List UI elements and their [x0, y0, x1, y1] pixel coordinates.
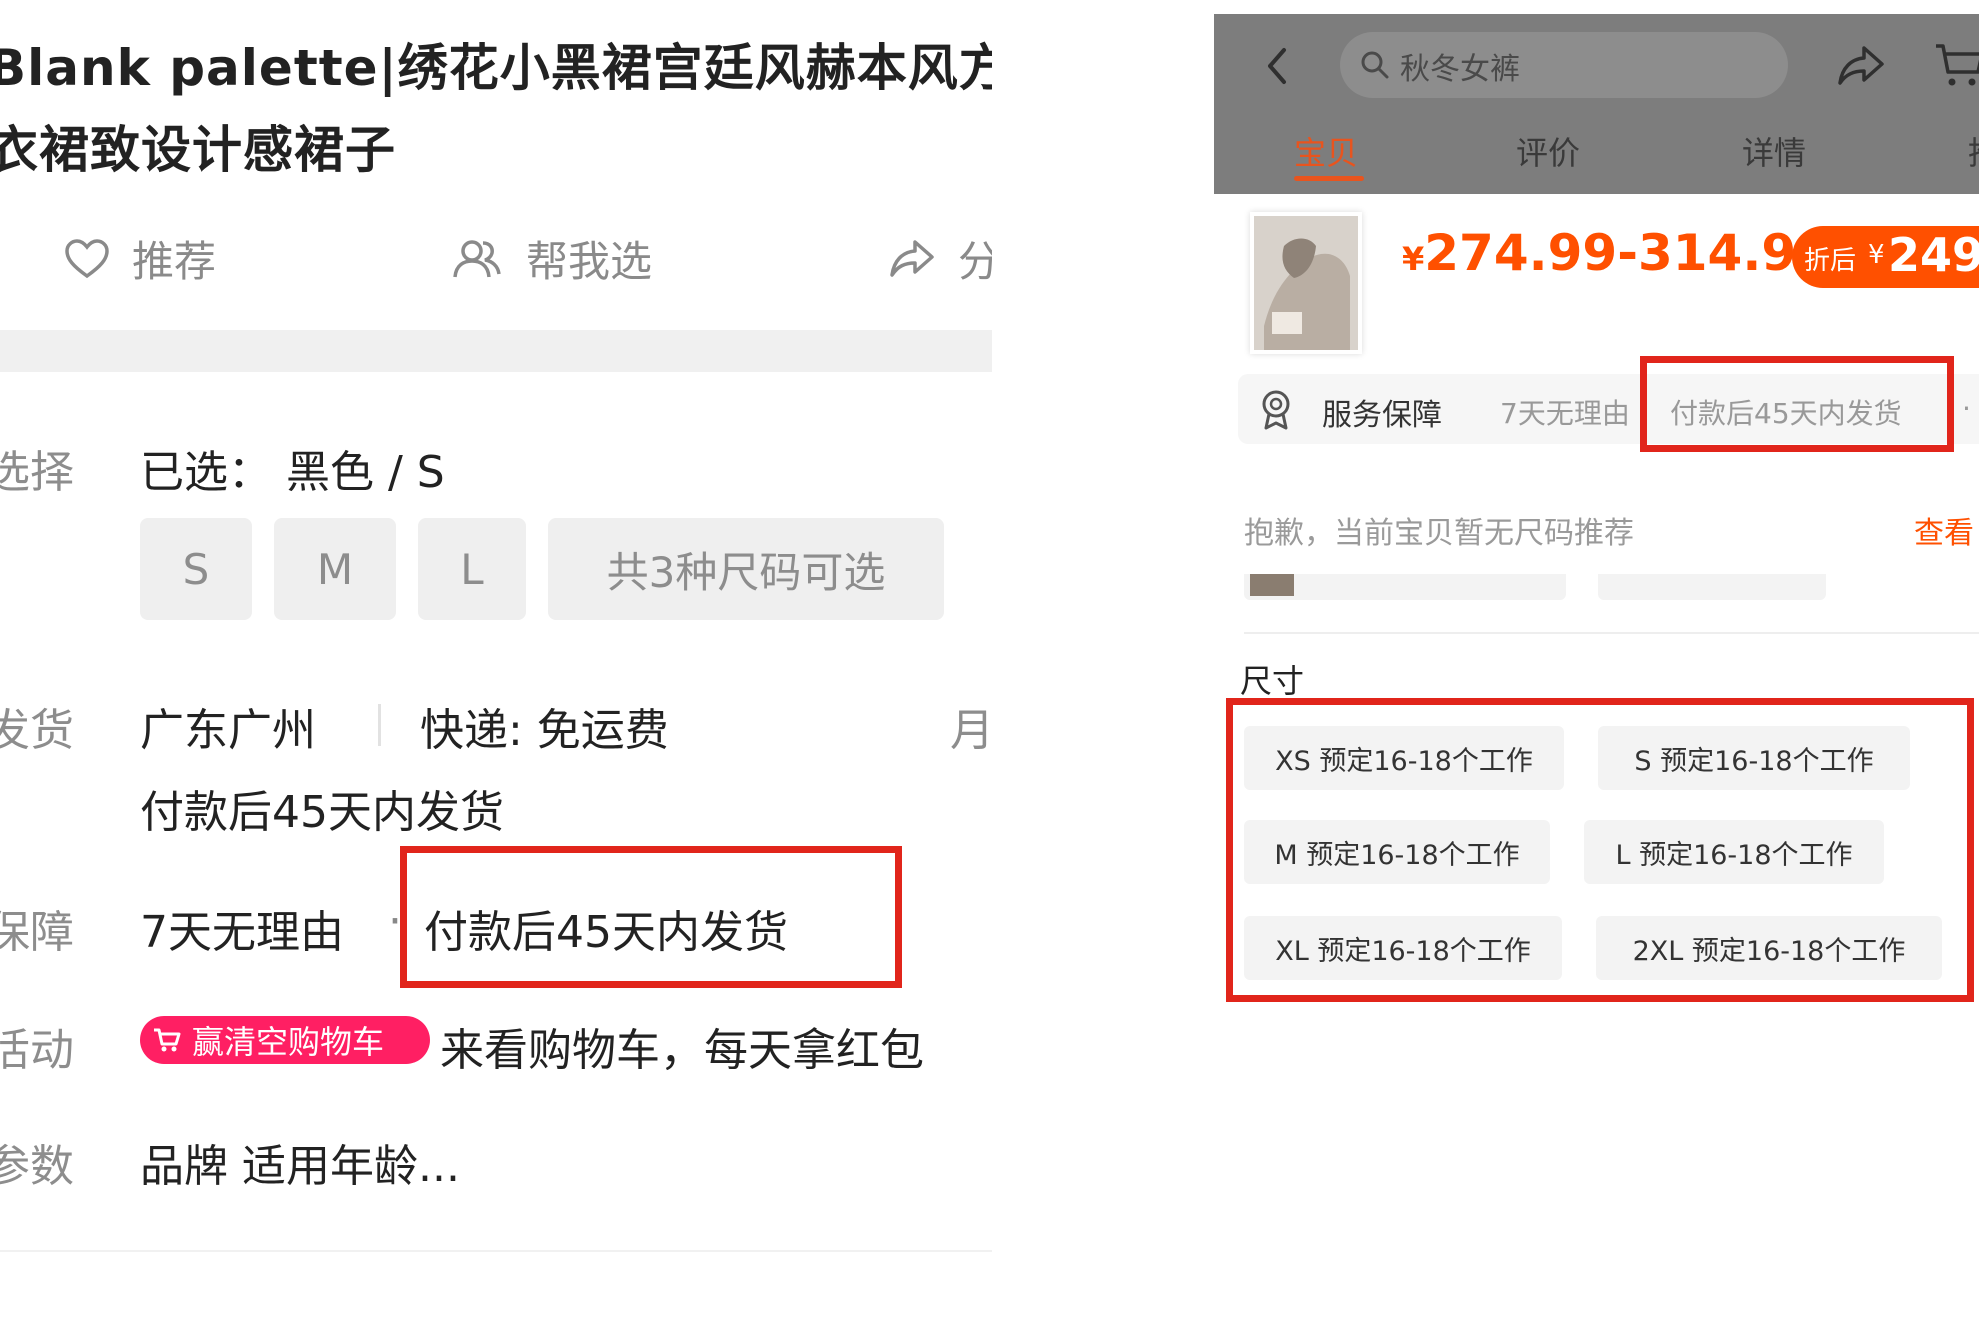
color-chip-partial[interactable]	[1244, 574, 1566, 600]
search-icon	[1361, 51, 1389, 79]
right-product-panel: 秋冬女裤 宝贝 评价 详情 推 ¥274.99-314.99 折后 ¥ 249.	[1214, 0, 1979, 1326]
top-navigation-bar: 秋冬女裤 宝贝 评价 详情 推	[1214, 14, 1979, 194]
tab-details[interactable]: 详情	[1742, 128, 1806, 174]
section-separator	[0, 330, 992, 372]
service-label: 服务保障	[1322, 398, 1442, 433]
active-tab-indicator	[1294, 176, 1364, 181]
activity-text: 来看购物车，每天拿红包	[440, 1025, 924, 1076]
tab-baobei[interactable]: 宝贝	[1294, 128, 1358, 174]
bottom-divider	[0, 1250, 992, 1252]
cart-icon	[154, 1028, 181, 1052]
service-returns: 7天无理由	[1500, 397, 1630, 430]
discount-value: 249.	[1888, 228, 1979, 282]
share-action[interactable]: 分	[888, 228, 992, 289]
shipping-divider	[378, 704, 381, 746]
price-range: ¥274.99-314.99	[1402, 224, 1831, 282]
color-swatch-image	[1250, 574, 1294, 596]
people-icon	[453, 239, 501, 277]
tab-reviews[interactable]: 评价	[1516, 128, 1580, 174]
heart-icon	[65, 238, 109, 278]
service-separator: ·	[1962, 392, 1971, 425]
help-choose-label: 帮我选	[526, 237, 653, 286]
search-placeholder: 秋冬女裤	[1400, 52, 1520, 87]
promo-badge[interactable]: 赢清空购物车	[140, 1016, 430, 1064]
product-thumbnail[interactable]	[1250, 212, 1362, 354]
sizes-summary-chip[interactable]: 共3种尺码可选	[548, 518, 944, 620]
guarantee-row-label: 保障	[0, 907, 74, 958]
size-section-label: 尺寸	[1240, 662, 1305, 700]
share-icon[interactable]	[1836, 44, 1886, 88]
size-recommend-link[interactable]: 查看	[1914, 508, 1974, 552]
size-recommend-message: 抱歉，当前宝贝暂无尺码推荐	[1244, 516, 1634, 551]
shipping-extra: 月	[950, 705, 992, 756]
promo-badge-label: 赢清空购物车	[192, 1023, 385, 1061]
share-label: 分	[958, 237, 992, 286]
back-icon[interactable]	[1262, 46, 1292, 86]
params-text[interactable]: 品牌 适用年龄...	[140, 1130, 460, 1194]
guarantee-returns: 7天无理由	[140, 907, 344, 958]
discount-label: 折后	[1804, 246, 1857, 276]
cart-icon[interactable]	[1934, 40, 1979, 90]
share-icon	[890, 239, 934, 277]
shipping-origin: 广东广州	[140, 705, 316, 756]
size-chip-s[interactable]: S	[140, 518, 252, 620]
recommend-label: 推荐	[132, 237, 217, 286]
help-choose-action[interactable]: 帮我选	[450, 228, 652, 289]
size-chip-m[interactable]: M	[274, 518, 396, 620]
recommend-action[interactable]: 推荐	[64, 228, 216, 289]
params-row-label: 参数	[0, 1141, 74, 1192]
discount-price-badge: 折后 ¥ 249.	[1792, 226, 1979, 288]
price-value: 274.99-314.99	[1424, 224, 1831, 282]
left-product-panel: Blank palette|绣花小黑裙宫廷风赫本风方 衣裙致设计感裙子 推荐 帮…	[0, 0, 992, 1326]
color-chip-partial[interactable]	[1598, 574, 1826, 600]
size-chip-l[interactable]: L	[418, 518, 526, 620]
shipping-note: 付款后45天内发货	[140, 787, 504, 838]
product-title-line1: Blank palette|绣花小黑裙宫廷风赫本风方	[0, 39, 992, 97]
highlight-box	[1640, 356, 1954, 452]
medal-icon	[1262, 390, 1290, 430]
section-divider	[1244, 632, 1979, 634]
selected-variant: 已选： 黑色 / S	[140, 447, 445, 498]
shipping-method: 快递: 免运费	[420, 705, 669, 756]
price-currency: ¥	[1402, 240, 1425, 278]
shipping-row-label: 发货	[0, 705, 74, 756]
highlight-box	[1226, 698, 1974, 1002]
highlight-box	[400, 846, 902, 988]
select-row-label: 选择	[0, 447, 74, 498]
product-title-line2: 衣裙致设计感裙子	[0, 121, 396, 179]
search-bar[interactable]: 秋冬女裤	[1340, 32, 1788, 98]
activity-row-label: 活动	[0, 1025, 74, 1076]
tab-recommend[interactable]: 推	[1968, 128, 1979, 174]
product-image	[1254, 216, 1358, 350]
discount-currency: ¥	[1868, 240, 1885, 270]
